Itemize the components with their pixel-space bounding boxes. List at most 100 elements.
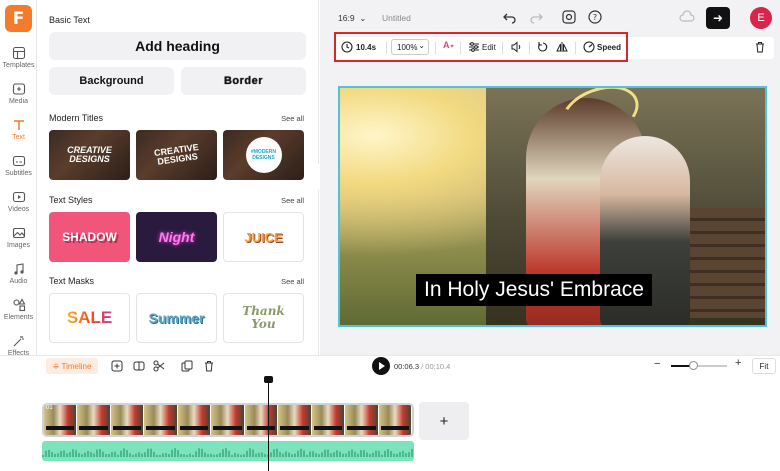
zoom-in-icon[interactable]: + (735, 357, 741, 369)
sidebar-item-images[interactable]: Images (0, 226, 37, 249)
timecode: 00:06.3 / 00:10.4 (394, 362, 451, 371)
add-track-icon[interactable] (111, 360, 123, 372)
cloud-icon[interactable] (679, 10, 695, 24)
modern-title-tile-1[interactable]: CREATIVE DESIGNS (49, 130, 130, 180)
tile-label: Night (158, 229, 195, 245)
avatar[interactable]: E (750, 7, 772, 29)
toolbar-highlight-box (334, 32, 628, 62)
add-clip-button[interactable]: + (419, 402, 469, 440)
record-icon[interactable] (562, 10, 576, 24)
text-style-tile-shadow[interactable]: SHADOW (49, 212, 130, 262)
add-heading-button[interactable]: Add heading (49, 32, 306, 60)
caption-text[interactable]: In Holy Jesus' Embrace (416, 274, 652, 306)
text-panel: Basic Text Add heading Background Border… (37, 0, 319, 355)
sidebar-item-videos[interactable]: Videos (0, 190, 37, 213)
total-time: 00:10.4 (425, 362, 451, 371)
media-icon (12, 83, 25, 95)
text-styles-see-all[interactable]: See all (281, 196, 304, 205)
app-logo[interactable]: F (5, 5, 32, 32)
aspect-ratio-value: 16:9 (338, 13, 355, 23)
modern-titles-see-all[interactable]: See all (281, 114, 304, 123)
sidebar-item-label: Audio (9, 278, 28, 285)
thumbnail-caption-bar (380, 426, 409, 430)
videos-icon (12, 191, 25, 203)
text-mask-tile-sale[interactable]: SALE (49, 293, 130, 343)
playhead-handle[interactable] (264, 376, 273, 383)
split-icon[interactable] (133, 360, 145, 372)
sidebar-item-label: Text (12, 134, 25, 141)
project-title[interactable]: Untitled (382, 13, 411, 23)
trash-icon[interactable] (754, 41, 766, 53)
clip-thumbnail (77, 405, 111, 435)
tile-label: Thank You (242, 304, 285, 331)
text-icon (13, 120, 24, 130)
text-mask-tile-summer[interactable]: Summer (136, 293, 217, 343)
border-button[interactable]: Border (181, 67, 306, 95)
modern-title-tile-2[interactable]: CREATIVE DESIGNS (136, 130, 217, 180)
top-bar: 16:9 ⌄ Untitled ? ➜ E (320, 0, 780, 36)
modern-title-tile-3[interactable]: #MODERN DESIGNS (223, 130, 304, 180)
clip-thumbnail (244, 405, 279, 435)
sidebar-item-text[interactable]: Text (0, 118, 37, 141)
play-button[interactable] (372, 357, 390, 375)
undo-icon[interactable] (503, 10, 517, 24)
subtitles-icon (12, 155, 25, 167)
play-icon (379, 362, 385, 370)
text-mask-tile-thank-you[interactable]: Thank You (223, 293, 304, 343)
thumbnail-caption-bar (46, 426, 75, 430)
tile-label: Summer (148, 310, 205, 326)
tile-label: JUICE (244, 229, 283, 245)
video-track-clip[interactable] (42, 403, 414, 437)
sidebar-item-media[interactable]: Media (0, 82, 37, 105)
clip-thumbnail (144, 405, 178, 435)
sidebar-item-templates[interactable]: Templates (0, 46, 37, 69)
thumbnail-caption-bar (347, 426, 376, 430)
text-style-tile-juice[interactable]: JUICE (223, 212, 304, 262)
tab-timeline[interactable]: ⁜ Timeline (46, 358, 98, 374)
track-index: 01 (46, 405, 53, 411)
clip-thumbnail (177, 405, 212, 435)
fit-button[interactable]: Fit (752, 358, 776, 374)
basic-text-title: Basic Text (49, 15, 90, 25)
effects-icon (13, 336, 24, 347)
sidebar-item-label: Images (7, 242, 30, 249)
delete-icon[interactable] (203, 360, 215, 372)
thumbnail-caption-bar (246, 426, 276, 430)
tile-label: SHADOW (62, 229, 117, 244)
sidebar-item-effects[interactable]: Effects (0, 334, 37, 357)
thumbnail-caption-bar (213, 426, 242, 430)
duplicate-icon[interactable] (181, 360, 193, 372)
circle-badge: #MODERN DESIGNS (245, 137, 282, 173)
sidebar-item-audio[interactable]: Audio (0, 262, 37, 285)
tile-label: SALE (66, 308, 113, 327)
export-button[interactable]: ➜ (706, 7, 730, 29)
text-masks-see-all[interactable]: See all (281, 277, 304, 286)
sidebar-item-label: Templates (2, 62, 35, 69)
arrow-right-icon: ➜ (712, 11, 724, 25)
sidebar-item-subtitles[interactable]: Subtitles (0, 154, 37, 177)
clip-thumbnail (378, 405, 412, 435)
tab-timeline-label: Timeline (61, 361, 92, 371)
audio-icon (13, 263, 24, 275)
clip-thumbnail (211, 405, 245, 435)
chevron-down-icon: ⌄ (356, 13, 367, 23)
text-style-tile-night[interactable]: Night (136, 212, 217, 262)
elements-icon (12, 298, 25, 312)
background-button[interactable]: Background (49, 67, 174, 95)
thumbnail-caption-bar (112, 426, 142, 430)
video-canvas[interactable]: In Holy Jesus' Embrace (338, 86, 767, 327)
scissors-icon[interactable] (153, 360, 165, 372)
templates-icon (12, 46, 25, 60)
sidebar-item-elements[interactable]: Elements (0, 298, 37, 321)
tile-label: #MODERN DESIGNS (250, 149, 276, 161)
audio-track-clip[interactable] (42, 441, 414, 461)
text-styles-title: Text Styles (49, 195, 93, 205)
waveform-icon: ⁜ (52, 361, 62, 371)
thumbnail-caption-bar (79, 426, 108, 430)
redo-icon[interactable] (529, 10, 543, 24)
zoom-out-icon[interactable]: − (654, 358, 660, 370)
help-icon[interactable]: ? (588, 10, 602, 24)
aspect-ratio-select[interactable]: 16:9 ⌄ (338, 13, 366, 24)
current-time: 00:06.3 (394, 362, 420, 371)
clip-thumbnail (345, 405, 379, 435)
